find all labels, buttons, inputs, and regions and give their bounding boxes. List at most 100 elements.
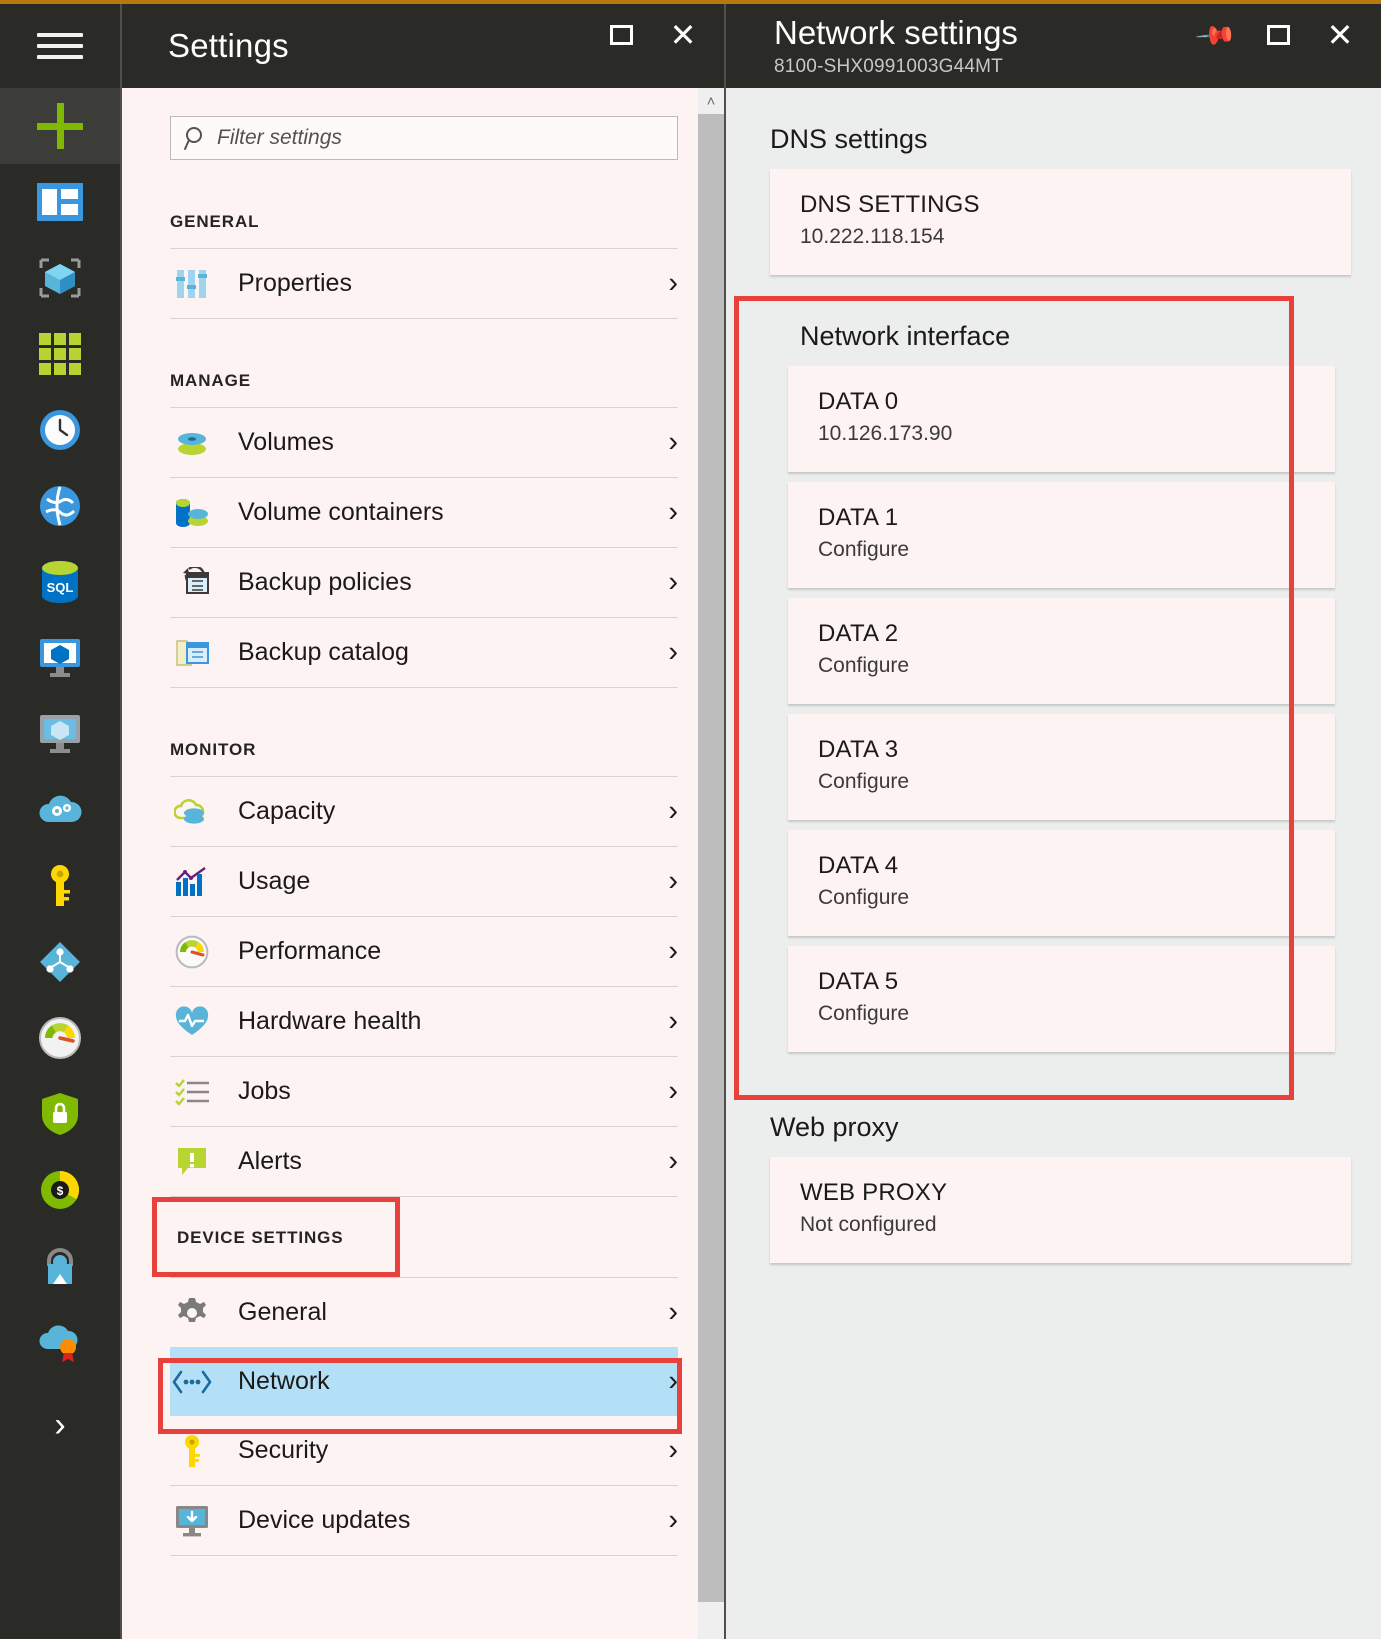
- hamburger-icon: [37, 26, 83, 66]
- settings-row-volume-containers[interactable]: Volume containers ›: [170, 478, 678, 547]
- card-data-0[interactable]: DATA 0 10.126.173.90: [788, 366, 1335, 472]
- settings-row-jobs[interactable]: Jobs ›: [170, 1057, 678, 1126]
- settings-row-label: Volume containers: [238, 498, 444, 526]
- card-title: DATA 4: [818, 852, 899, 879]
- settings-row-performance[interactable]: Performance ›: [170, 917, 678, 986]
- settings-blade-title: Settings: [168, 27, 289, 64]
- chevron-right-icon: ›: [668, 496, 678, 528]
- settings-row-general[interactable]: General ›: [170, 1278, 678, 1347]
- performance-gauge-icon: [170, 932, 214, 972]
- card-title: WEB PROXY: [800, 1179, 948, 1206]
- settings-row-backup-catalog[interactable]: Backup catalog ›: [170, 618, 678, 687]
- network-restore-button[interactable]: [1259, 16, 1297, 54]
- nav-expand-more-button[interactable]: ›: [0, 1380, 120, 1470]
- card-value: Configure: [818, 654, 910, 677]
- settings-row-label: Security: [238, 1436, 329, 1464]
- settings-row-hardware-health[interactable]: Hardware health ›: [170, 987, 678, 1056]
- settings-blade-body: GENERAL Properties › MANAGE: [122, 88, 724, 1639]
- card-data-2[interactable]: DATA 2 Configure: [788, 598, 1335, 704]
- settings-row-label: Backup policies: [238, 568, 412, 596]
- chevron-right-icon: ›: [668, 566, 678, 598]
- settings-blade: Settings ✕ Filter settings GENERAL Prope…: [120, 4, 724, 1639]
- scroll-up-arrow-icon[interactable]: ˄: [698, 88, 724, 114]
- nav-item-security-center[interactable]: [0, 1076, 120, 1152]
- section-heading-monitor: MONITOR: [170, 740, 257, 759]
- lock-person-icon: [39, 1244, 81, 1288]
- nav-item-app-services[interactable]: [0, 468, 120, 544]
- nav-item-recent[interactable]: [0, 392, 120, 468]
- card-value: Configure: [818, 886, 910, 909]
- card-title: DATA 3: [818, 736, 899, 763]
- nav-item-help-and-support[interactable]: [0, 1228, 120, 1304]
- settings-row-label: Capacity: [238, 797, 336, 825]
- settings-row-capacity[interactable]: Capacity ›: [170, 777, 678, 846]
- settings-row-device-updates[interactable]: Device updates ›: [170, 1486, 678, 1555]
- nav-item-sql-databases[interactable]: SQL: [0, 544, 120, 620]
- chevron-right-icon: ›: [668, 1145, 678, 1177]
- nav-item-compliance[interactable]: [0, 1304, 120, 1380]
- svg-text:SQL: SQL: [47, 580, 74, 595]
- chevron-right-icon: ›: [668, 1504, 678, 1536]
- group-network-interface: Network interface DATA 0 10.126.173.90 D…: [770, 285, 1351, 1076]
- network-close-button[interactable]: ✕: [1321, 16, 1359, 54]
- key-icon: [170, 1431, 214, 1471]
- network-pin-button[interactable]: 📌: [1193, 13, 1239, 57]
- svg-text:$: $: [57, 1184, 64, 1198]
- chevron-right-icon: ›: [668, 865, 678, 897]
- settings-close-button[interactable]: ✕: [664, 16, 702, 54]
- nav-item-dashboard[interactable]: [0, 164, 120, 240]
- nav-item-subscriptions[interactable]: [0, 848, 120, 924]
- alert-icon: [170, 1142, 214, 1182]
- nav-item-resource-groups[interactable]: [0, 316, 120, 392]
- settings-row-label: Jobs: [238, 1077, 291, 1105]
- card-value: Configure: [818, 1002, 910, 1025]
- checklist-icon: [170, 1072, 214, 1112]
- nav-item-cloud-services[interactable]: [0, 772, 120, 848]
- donut-dollar-icon: $: [39, 1169, 81, 1211]
- section-heading-manage: MANAGE: [170, 371, 251, 390]
- chevron-right-icon: ›: [668, 1296, 678, 1328]
- nav-item-monitor[interactable]: [0, 1000, 120, 1076]
- settings-row-properties[interactable]: Properties ›: [170, 249, 678, 318]
- nav-item-azure-active-directory[interactable]: [0, 924, 120, 1000]
- chevron-right-icon: ›: [668, 1365, 678, 1397]
- card-dns-settings[interactable]: DNS SETTINGS 10.222.118.154: [770, 169, 1351, 275]
- nav-item-billing[interactable]: $: [0, 1152, 120, 1228]
- settings-row-label: General: [238, 1298, 327, 1326]
- settings-row-network[interactable]: Network ›: [170, 1347, 678, 1416]
- group-title-dns-settings: DNS settings: [770, 124, 928, 154]
- backup-policies-icon: [170, 563, 214, 603]
- settings-row-volumes[interactable]: Volumes ›: [170, 408, 678, 477]
- settings-row-usage[interactable]: Usage ›: [170, 847, 678, 916]
- settings-row-security[interactable]: Security ›: [170, 1416, 678, 1485]
- nav-item-all-resources[interactable]: [0, 240, 120, 316]
- filter-settings-input[interactable]: [217, 126, 665, 150]
- settings-scrollbar[interactable]: ˄: [698, 88, 724, 1639]
- plus-icon: [37, 103, 83, 149]
- settings-row-backup-policies[interactable]: Backup policies ›: [170, 548, 678, 617]
- chevron-right-icon: ›: [668, 1075, 678, 1107]
- settings-row-alerts[interactable]: Alerts ›: [170, 1127, 678, 1196]
- card-web-proxy[interactable]: WEB PROXY Not configured: [770, 1157, 1351, 1263]
- network-blade-subtitle: 8100-SHX0991003G44MT: [774, 56, 1003, 77]
- filter-settings-box[interactable]: [170, 116, 678, 160]
- settings-row-label: Alerts: [238, 1147, 302, 1175]
- nav-item-virtual-machines[interactable]: [0, 696, 120, 772]
- chevron-right-icon: ›: [668, 1434, 678, 1466]
- gear-icon: [170, 1293, 214, 1333]
- pin-icon: 📌: [1193, 13, 1239, 57]
- app-root: SQL $ › Settings ✕ Filter settings GENER…: [0, 0, 1381, 1639]
- close-icon: ✕: [669, 17, 697, 53]
- hamburger-menu-button[interactable]: [0, 4, 120, 88]
- globe-icon: [39, 485, 81, 527]
- network-window-buttons: 📌 ✕: [1193, 13, 1359, 57]
- card-data-5[interactable]: DATA 5 Configure: [788, 946, 1335, 1052]
- card-data-3[interactable]: DATA 3 Configure: [788, 714, 1335, 820]
- settings-restore-button[interactable]: [602, 16, 640, 54]
- card-data-1[interactable]: DATA 1 Configure: [788, 482, 1335, 588]
- scrollbar-thumb[interactable]: [698, 114, 724, 1602]
- new-resource-button[interactable]: [0, 88, 120, 164]
- card-data-4[interactable]: DATA 4 Configure: [788, 830, 1335, 936]
- nav-item-virtual-machines-classic[interactable]: [0, 620, 120, 696]
- settings-row-label: Network: [238, 1367, 330, 1395]
